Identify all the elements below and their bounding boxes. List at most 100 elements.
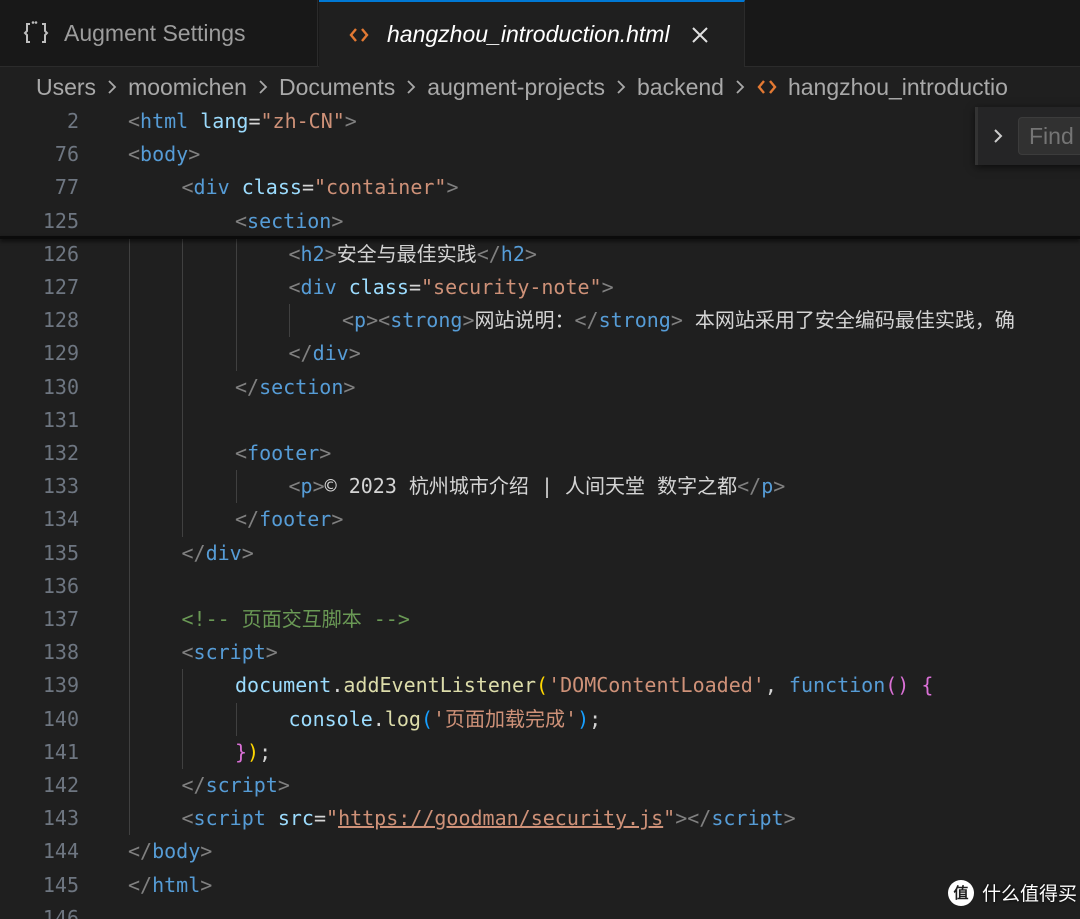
code-line[interactable]: 134 </footer>: [0, 503, 1080, 536]
code-token: src: [277, 806, 314, 831]
breadcrumb-item[interactable]: augment-projects: [427, 74, 605, 101]
code-token: "container": [313, 175, 447, 200]
code-line[interactable]: 143 <script src="https://goodman/security…: [0, 802, 1080, 835]
code-line[interactable]: 138 <script>: [0, 636, 1080, 669]
code-token: >: [312, 474, 325, 499]
code-line[interactable]: 130 </section>: [0, 371, 1080, 404]
line-number: 135: [42, 540, 79, 565]
chevron-right-icon: [734, 78, 746, 96]
code-token: </: [288, 341, 313, 366]
code-token: 本网站采用了安全编码最佳实践，确: [682, 308, 1015, 333]
code-text: </div>: [182, 537, 254, 570]
chevron-right-icon: [106, 78, 118, 96]
sticky-scroll-divider: [0, 235, 1080, 239]
code-line[interactable]: 135 </div>: [0, 537, 1080, 570]
code-token: =: [313, 806, 327, 831]
code-line[interactable]: 140 console.log('页面加载完成');: [0, 703, 1080, 736]
line-number: 138: [42, 640, 79, 665]
chevron-right-icon[interactable]: [978, 107, 1018, 165]
code-line[interactable]: 141});: [0, 736, 1080, 769]
code-token: 网站说明：: [474, 308, 575, 333]
code-text: </footer>: [235, 503, 343, 536]
code-line[interactable]: 132 <footer>: [0, 437, 1080, 470]
sticky-scroll-line[interactable]: 76 <body>: [0, 138, 1080, 172]
breadcrumb-item[interactable]: Documents: [279, 74, 395, 101]
breadcrumb-item[interactable]: backend: [637, 74, 724, 101]
code-text: <div class="security-note">: [289, 271, 614, 304]
code-line[interactable]: 131: [0, 404, 1080, 437]
code-text: });: [235, 736, 271, 769]
code-line[interactable]: 144 </body>: [0, 835, 1080, 868]
code-token: >: [773, 474, 786, 499]
line-number: 129: [42, 341, 79, 366]
sticky-scroll-line[interactable]: 125 <section>: [0, 204, 1080, 238]
code-text: <p>© 2023 杭州城市介绍 | 人间天堂 数字之都</p>: [289, 470, 786, 503]
code-token: ,: [764, 673, 789, 698]
sticky-scroll-line[interactable]: 77 <div class="container">: [0, 171, 1080, 205]
code-line[interactable]: 139 document.addEventListener('DOMContent…: [0, 669, 1080, 702]
breadcrumb: Users moomichen Documents augment-projec…: [0, 67, 1080, 107]
code-token: ;: [589, 706, 602, 731]
code-text: </div>: [289, 337, 361, 370]
code-line[interactable]: 146: [0, 902, 1080, 919]
breadcrumb-item[interactable]: hangzhou_introductio: [788, 74, 1008, 101]
code-line[interactable]: 126 <h2>安全与最佳实践</h2>: [0, 238, 1080, 271]
code-token: }: [235, 739, 248, 764]
code-editor[interactable]: 2 <html lang="zh-CN"> 76 <body> 77 <div class…: [0, 105, 1080, 919]
code-token: 安全与最佳实践: [336, 241, 477, 266]
code-token: >: [601, 275, 614, 299]
code-token: >: [331, 507, 344, 532]
code-token: </: [476, 241, 501, 266]
code-token: >: [783, 806, 796, 831]
code-text: <footer>: [235, 437, 331, 470]
code-line[interactable]: 127 <div class="security-note">: [0, 271, 1080, 304]
code-token: body: [152, 839, 201, 864]
code-token: >: [670, 308, 683, 333]
line-number: 146: [42, 905, 79, 919]
code-token: ): [577, 706, 590, 731]
sticky-scroll-line[interactable]: 2 <html lang="zh-CN">: [0, 105, 1080, 138]
line-number: 140: [42, 706, 79, 731]
code-text: <h2>安全与最佳实践</h2>: [289, 238, 537, 271]
find-input[interactable]: [1018, 117, 1080, 155]
code-token: </: [737, 474, 762, 499]
code-line[interactable]: 137 <!-- 页面交互脚本 -->: [0, 603, 1080, 636]
code-line[interactable]: 128 <p><strong>网站说明：</strong> 本网站采用了安全编码最…: [0, 304, 1080, 337]
code-token: script: [711, 806, 784, 831]
code-line[interactable]: 129 </div>: [0, 337, 1080, 370]
line-number: 128: [42, 308, 79, 333]
code-line[interactable]: 133 <p>© 2023 杭州城市介绍 | 人间天堂 数字之都</p>: [0, 470, 1080, 503]
code-line[interactable]: 142 </script>: [0, 769, 1080, 802]
code-token: h2: [500, 241, 525, 266]
code-token: function: [788, 673, 886, 698]
code-token: >: [241, 540, 254, 565]
code-token: >: [200, 839, 213, 864]
code-text: <section>: [235, 205, 343, 238]
code-line[interactable]: 145 </html>: [0, 869, 1080, 902]
code-token: ": [663, 806, 676, 831]
code-text: </script>: [182, 769, 290, 802]
code-token: .: [372, 706, 385, 731]
code-token: '页面加载完成': [433, 706, 578, 731]
close-icon[interactable]: [688, 23, 712, 47]
line-number: 125: [42, 208, 79, 233]
code-text: <html lang="zh-CN">: [128, 105, 357, 138]
breadcrumb-item[interactable]: moomichen: [128, 74, 247, 101]
code-token: section: [259, 374, 344, 399]
code-token: <: [181, 640, 194, 665]
code-text: <script src="https://goodman/security.js…: [182, 802, 796, 835]
tab-augment-settings[interactable]: Augment Settings: [0, 0, 318, 66]
code-token: html: [152, 872, 201, 897]
tab-hangzhou-introduction[interactable]: hangzhou_introduction.html: [319, 0, 745, 67]
line-number: 131: [42, 407, 79, 432]
code-line[interactable]: 136: [0, 570, 1080, 603]
code-token: >: [344, 109, 357, 133]
code-text: </html>: [128, 869, 212, 902]
code-token: div: [205, 540, 242, 565]
breadcrumb-item[interactable]: Users: [36, 74, 96, 101]
code-token: <!-- 页面交互脚本 -->: [181, 607, 410, 631]
